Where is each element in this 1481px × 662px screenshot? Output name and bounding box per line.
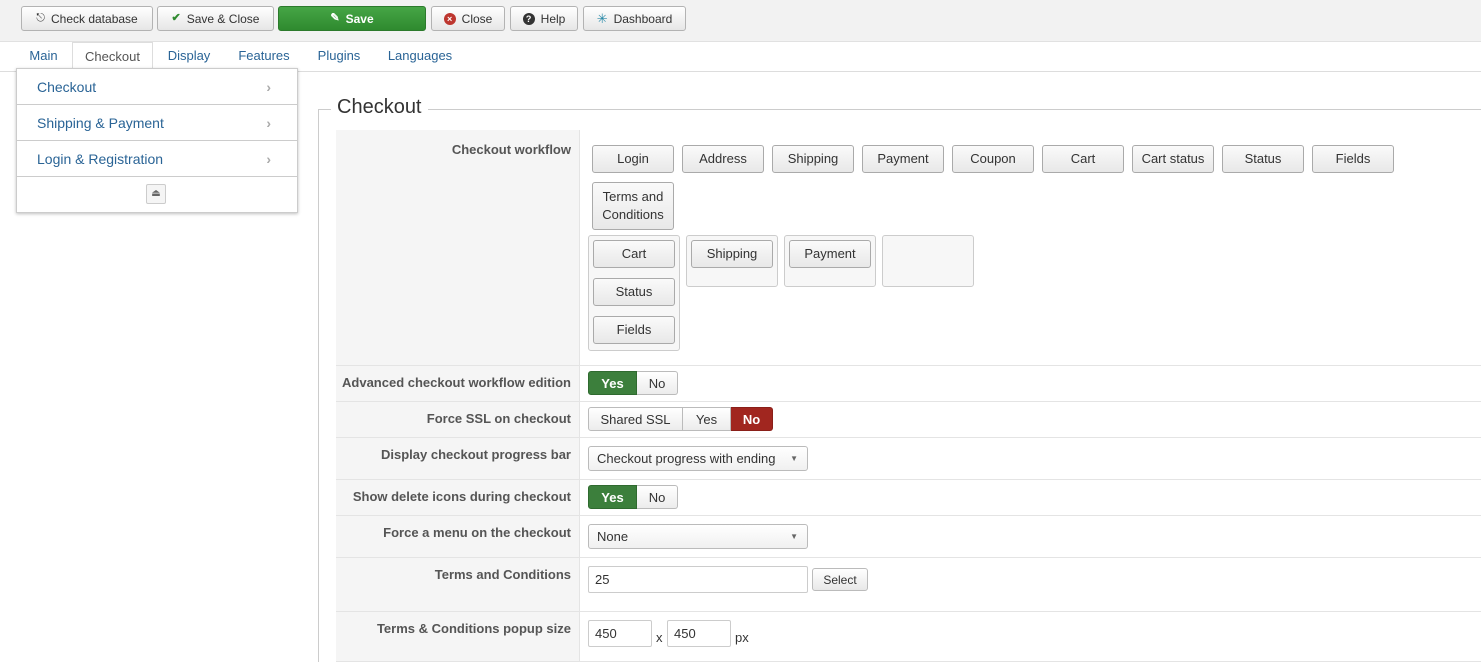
workflow-item-cart-status[interactable]: Cart status — [1132, 145, 1214, 173]
sidemenu-item-login-registration[interactable]: Login & Registration › — [17, 141, 297, 177]
terms-select-button[interactable]: Select — [812, 568, 868, 591]
workflow-item-cart[interactable]: Cart — [1042, 145, 1124, 173]
close-icon: × — [443, 12, 456, 25]
database-exit-icon: ⎋ — [36, 12, 45, 24]
label-force-menu: Force a menu on the checkout — [336, 516, 579, 558]
delete-yes-button[interactable]: Yes — [588, 485, 637, 509]
terms-id-input[interactable]: 25 — [588, 566, 808, 593]
workflow-item-status[interactable]: Status — [1222, 145, 1304, 173]
close-label: Close — [461, 11, 493, 26]
side-menu: Checkout › Shipping & Payment › Login & … — [16, 68, 298, 213]
save-close-label: Save & Close — [186, 11, 260, 26]
chevron-down-icon: ▼ — [790, 454, 798, 463]
sidemenu-item-shipping-payment[interactable]: Shipping & Payment › — [17, 105, 297, 141]
dashboard-button[interactable]: ✳ Dashboard — [583, 6, 686, 31]
sidemenu-item-label: Login & Registration — [37, 151, 164, 167]
popup-size-separator: x — [656, 630, 663, 645]
check-database-button[interactable]: ⎋ Check database — [21, 6, 153, 31]
fieldset-border — [318, 109, 1481, 110]
advanced-yes-button[interactable]: Yes — [588, 371, 637, 395]
label-terms: Terms and Conditions — [336, 558, 579, 612]
row-delete-icons — [579, 480, 1481, 516]
label-popup-size: Terms & Conditions popup size — [336, 612, 579, 662]
workflow-item-payment[interactable]: Payment — [862, 145, 944, 173]
force-ssl-toggle: Shared SSL Yes No — [588, 407, 773, 431]
workflow-step-empty[interactable] — [882, 235, 974, 287]
progress-bar-value: Checkout progress with ending — [597, 451, 776, 466]
workflow-item-address[interactable]: Address — [682, 145, 764, 173]
eject-icon: ⏏ — [151, 188, 161, 199]
sidemenu-item-checkout[interactable]: Checkout › — [17, 69, 297, 105]
advanced-no-button[interactable]: No — [637, 371, 678, 395]
workflow-step-item-fields[interactable]: Fields — [593, 316, 675, 344]
sidemenu-item-label: Shipping & Payment — [37, 115, 164, 131]
chevron-right-icon: › — [266, 151, 271, 167]
force-menu-value: None — [597, 529, 629, 544]
workflow-step-item-cart[interactable]: Cart — [593, 240, 675, 268]
workflow-item-coupon[interactable]: Coupon — [952, 145, 1034, 173]
advanced-workflow-toggle: Yes No — [588, 371, 678, 395]
chevron-right-icon: › — [266, 79, 271, 95]
check-database-label: Check database — [50, 11, 138, 26]
fieldset-border — [318, 109, 319, 662]
row-advanced-workflow — [579, 366, 1481, 402]
label-delete-icons: Show delete icons during checkout — [336, 480, 579, 516]
workflow-item-login[interactable]: Login — [592, 145, 674, 173]
save-label: Save — [345, 11, 374, 26]
label-progress-bar: Display checkout progress bar — [336, 438, 579, 480]
close-button[interactable]: × Close — [431, 6, 505, 31]
tab-plugins[interactable]: Plugins — [309, 42, 369, 72]
chevron-right-icon: › — [266, 115, 271, 131]
ssl-yes-button[interactable]: Yes — [683, 407, 731, 431]
workflow-item-terms[interactable]: Terms and Conditions — [592, 182, 674, 230]
popup-height-input[interactable]: 450 — [667, 620, 731, 647]
save-close-button[interactable]: ✔ Save & Close — [157, 6, 274, 31]
workflow-item-shipping[interactable]: Shipping — [772, 145, 854, 173]
force-menu-select[interactable]: None ▼ — [588, 524, 808, 549]
label-advanced-workflow: Advanced checkout workflow edition — [336, 366, 579, 402]
progress-bar-select[interactable]: Checkout progress with ending ▼ — [588, 446, 808, 471]
workflow-step-item-payment[interactable]: Payment — [789, 240, 871, 268]
collapse-menu-button[interactable]: ⏏ — [146, 184, 166, 204]
ssl-no-button[interactable]: No — [731, 407, 773, 431]
toolbar: ⎋ Check database ✔ Save & Close ✎ Save ×… — [0, 0, 1481, 42]
delete-no-button[interactable]: No — [637, 485, 678, 509]
workflow-item-fields[interactable]: Fields — [1312, 145, 1394, 173]
chevron-down-icon: ▼ — [790, 532, 798, 541]
help-icon: ? — [522, 12, 535, 25]
sidemenu-item-label: Checkout — [37, 79, 97, 95]
tab-languages[interactable]: Languages — [380, 42, 460, 72]
save-button[interactable]: ✎ Save — [278, 6, 426, 31]
workflow-step-item-status[interactable]: Status — [593, 278, 675, 306]
help-label: Help — [540, 11, 566, 26]
checkmark-icon: ✔ — [171, 12, 181, 24]
popup-size-unit: px — [735, 630, 749, 645]
popup-width-input[interactable]: 450 — [588, 620, 652, 647]
edit-icon: ✎ — [330, 12, 340, 24]
section-legend: Checkout — [331, 96, 428, 119]
dashboard-label: Dashboard — [613, 11, 673, 26]
delete-icons-toggle: Yes No — [588, 485, 678, 509]
ssl-shared-button[interactable]: Shared SSL — [588, 407, 683, 431]
workflow-step-item-shipping[interactable]: Shipping — [691, 240, 773, 268]
dashboard-icon: ✳ — [596, 11, 608, 26]
label-checkout-workflow: Checkout workflow — [336, 130, 579, 366]
label-force-ssl: Force SSL on checkout — [336, 402, 579, 438]
help-button[interactable]: ? Help — [510, 6, 578, 31]
